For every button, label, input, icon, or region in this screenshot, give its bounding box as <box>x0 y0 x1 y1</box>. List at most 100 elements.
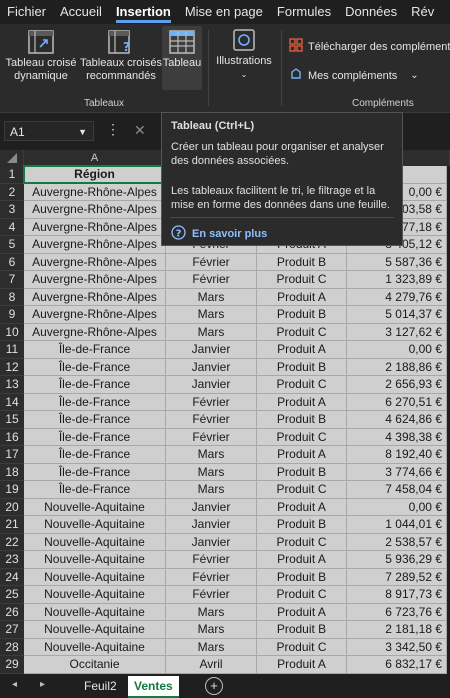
cell-sales[interactable]: 4 279,76 € <box>347 288 447 306</box>
cell-region[interactable]: Nouvelle-Aquitaine <box>24 533 166 551</box>
cell-sales[interactable]: 1 323,89 € <box>347 271 447 289</box>
cell-sales[interactable]: 3 127,62 € <box>347 323 447 341</box>
row-header[interactable]: 27 <box>0 621 24 639</box>
tab-donnees[interactable]: Données <box>338 0 404 24</box>
cell-month[interactable]: Janvier <box>166 341 257 359</box>
cell-sales[interactable]: 6 832,17 € <box>347 656 447 674</box>
name-box[interactable]: A1 ▼ <box>4 121 94 141</box>
cell-region[interactable]: Nouvelle-Aquitaine <box>24 551 166 569</box>
cell-product[interactable]: Produit C <box>257 376 347 394</box>
row-header[interactable]: 13 <box>0 376 24 394</box>
cell-region[interactable]: Auvergne-Rhône-Alpes <box>24 306 166 324</box>
cell-sales[interactable]: 2 656,93 € <box>347 376 447 394</box>
row-header[interactable]: 20 <box>0 498 24 516</box>
cell-region[interactable]: Auvergne-Rhône-Alpes <box>24 271 166 289</box>
row-header[interactable]: 1 <box>0 166 24 184</box>
cell-sales[interactable]: 6 723,76 € <box>347 603 447 621</box>
cell-region[interactable]: Île-de-France <box>24 341 166 359</box>
scroll-left-icon[interactable]: ◂ <box>12 679 17 690</box>
cell-month[interactable]: Mars <box>166 603 257 621</box>
row-header[interactable]: 5 <box>0 236 24 254</box>
cell-region[interactable]: Île-de-France <box>24 428 166 446</box>
row-header[interactable]: 21 <box>0 516 24 534</box>
cell-product[interactable]: Produit A <box>257 288 347 306</box>
row-header[interactable]: 15 <box>0 411 24 429</box>
cell-product[interactable]: Produit B <box>257 463 347 481</box>
recommended-pivot-button[interactable]: ? Tableaux croisés recommandés <box>80 30 162 83</box>
cell-region[interactable]: Nouvelle-Aquitaine <box>24 498 166 516</box>
cell-month[interactable]: Février <box>166 393 257 411</box>
learn-more-link[interactable]: ? En savoir plus <box>171 225 267 243</box>
cell-month[interactable]: Mars <box>166 306 257 324</box>
row-header[interactable]: 29 <box>0 656 24 674</box>
scroll-right-icon[interactable]: ▸ <box>40 679 45 690</box>
cell-sales[interactable]: 8 917,73 € <box>347 586 447 604</box>
cell-region[interactable]: Nouvelle-Aquitaine <box>24 638 166 656</box>
row-header[interactable]: 28 <box>0 638 24 656</box>
cell-region[interactable]: Nouvelle-Aquitaine <box>24 603 166 621</box>
row-header[interactable]: 4 <box>0 218 24 236</box>
cell-month[interactable]: Mars <box>166 288 257 306</box>
cell-month[interactable]: Février <box>166 428 257 446</box>
cell-month[interactable]: Avril <box>166 656 257 674</box>
cell-sales[interactable]: 5 936,29 € <box>347 551 447 569</box>
cell-product[interactable]: Produit A <box>257 603 347 621</box>
cell-product[interactable]: Produit A <box>257 341 347 359</box>
cell-region[interactable]: Île-de-France <box>24 393 166 411</box>
cell-region[interactable]: Nouvelle-Aquitaine <box>24 621 166 639</box>
tab-mise-en-page[interactable]: Mise en page <box>178 0 270 24</box>
cell-region[interactable]: Auvergne-Rhône-Alpes <box>24 183 166 201</box>
cell-sales[interactable]: 1 044,01 € <box>347 516 447 534</box>
tab-fichier[interactable]: Fichier <box>0 0 53 24</box>
cell-product[interactable]: Produit C <box>257 323 347 341</box>
cell-month[interactable]: Février <box>166 568 257 586</box>
cell-product[interactable]: Produit A <box>257 498 347 516</box>
tab-revision[interactable]: Rév <box>404 0 441 24</box>
cell-region[interactable]: Nouvelle-Aquitaine <box>24 516 166 534</box>
cell-product[interactable]: Produit B <box>257 253 347 271</box>
cell-product[interactable]: Produit C <box>257 481 347 499</box>
row-header[interactable]: 6 <box>0 253 24 271</box>
cell-product[interactable]: Produit C <box>257 533 347 551</box>
cell-region[interactable]: Nouvelle-Aquitaine <box>24 568 166 586</box>
cell-month[interactable]: Janvier <box>166 533 257 551</box>
cell-sales[interactable]: 6 270,51 € <box>347 393 447 411</box>
cell-sales[interactable]: 5 587,36 € <box>347 253 447 271</box>
cell-month[interactable]: Janvier <box>166 376 257 394</box>
cell-sales[interactable]: 0,00 € <box>347 341 447 359</box>
cell-sales[interactable]: 2 181,18 € <box>347 621 447 639</box>
row-header[interactable]: 17 <box>0 446 24 464</box>
cell-month[interactable]: Janvier <box>166 498 257 516</box>
cell-product[interactable]: Produit C <box>257 586 347 604</box>
illustrations-button[interactable]: Illustrations ⌄ <box>212 28 276 81</box>
row-header[interactable]: 18 <box>0 463 24 481</box>
cell-product[interactable]: Produit C <box>257 638 347 656</box>
cell-month[interactable]: Février <box>166 271 257 289</box>
tab-accueil[interactable]: Accueil <box>53 0 109 24</box>
row-header[interactable]: 9 <box>0 306 24 324</box>
add-sheet-icon[interactable]: + <box>205 677 223 695</box>
cell-product[interactable]: Produit B <box>257 411 347 429</box>
cell-product[interactable]: Produit A <box>257 446 347 464</box>
cell-region[interactable]: Auvergne-Rhône-Alpes <box>24 323 166 341</box>
sheet-tab-feuil2[interactable]: Feuil2 <box>78 676 123 696</box>
table-button[interactable]: Tableau <box>162 26 202 90</box>
cell-region[interactable]: Île-de-France <box>24 376 166 394</box>
cell-sales[interactable]: 2 188,86 € <box>347 358 447 376</box>
cell-sales[interactable]: 3 342,50 € <box>347 638 447 656</box>
pivot-table-button[interactable]: Tableau croisé dynamique <box>3 30 79 83</box>
cell-product[interactable]: Produit A <box>257 656 347 674</box>
cell-region[interactable]: Île-de-France <box>24 411 166 429</box>
cell-region[interactable]: Occitanie <box>24 656 166 674</box>
cell-month[interactable]: Février <box>166 551 257 569</box>
row-header[interactable]: 14 <box>0 393 24 411</box>
cell-month[interactable]: Mars <box>166 621 257 639</box>
row-header[interactable]: 8 <box>0 288 24 306</box>
header-cell-region[interactable]: Région <box>24 166 166 184</box>
cell-sales[interactable]: 7 458,04 € <box>347 481 447 499</box>
sheet-tab-ventes[interactable]: Ventes <box>128 676 179 698</box>
chevron-down-icon[interactable]: ▼ <box>78 122 87 142</box>
cell-month[interactable]: Mars <box>166 481 257 499</box>
cell-sales[interactable]: 7 289,52 € <box>347 568 447 586</box>
cell-month[interactable]: Mars <box>166 463 257 481</box>
